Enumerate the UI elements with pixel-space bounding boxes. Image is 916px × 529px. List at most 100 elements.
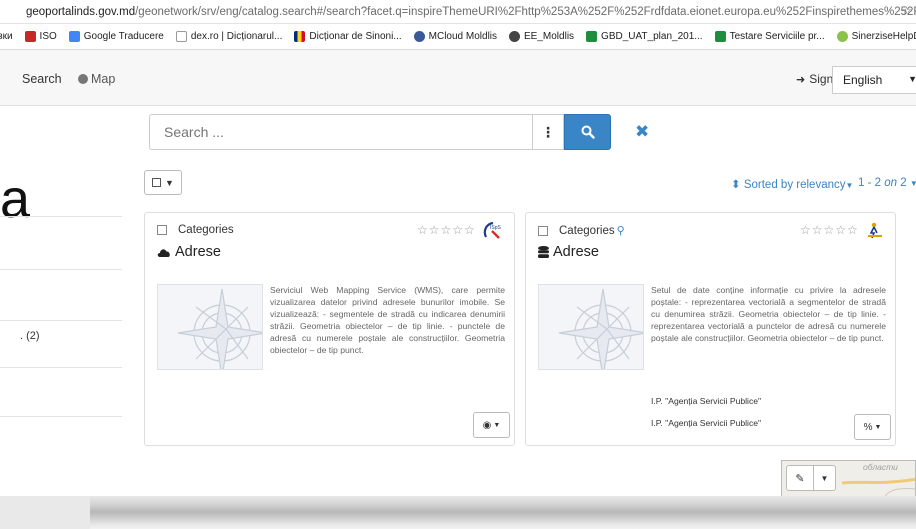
organization-name[interactable]: I.P. "Agenția Servicii Publice" [651, 418, 761, 428]
side-letter: a [0, 169, 31, 229]
nav-map-label: Map [91, 72, 116, 86]
facet-divider [0, 269, 122, 270]
bookmark-label: Testare Serviciile pr... [729, 31, 825, 42]
app-header: Search Map ➜ Sign in English ▼ [0, 50, 916, 106]
map-dropdown-button[interactable]: ▼ [814, 465, 836, 491]
bookmark-item[interactable]: Testare Serviciile pr... [714, 31, 825, 42]
svg-text:ISpS: ISpS [490, 225, 502, 231]
bookmark-item[interactable]: dex.ro | Dicționarul... [175, 31, 283, 42]
pager-range: 1 - 2 [858, 177, 882, 189]
checkbox-icon [152, 178, 162, 187]
pager-dropdown[interactable]: 1 - 2 on 2 ▼ [858, 177, 916, 189]
url-domain: geoportalinds.gov.md [26, 5, 136, 18]
rating-stars[interactable]: ☆☆☆☆☆ [417, 223, 476, 237]
flag-icon [294, 31, 306, 42]
globe-icon [78, 74, 88, 84]
clear-search-icon[interactable]: ✖ [635, 122, 649, 142]
address-bar[interactable]: geoportalinds.gov.md/geonetwork/srv/eng/… [0, 0, 916, 24]
bookmark-label: GBD_UAT_plan_201... [601, 31, 703, 42]
caret-down-icon: ▼ [874, 423, 882, 431]
nav-map[interactable]: Map [78, 72, 115, 86]
bookmark-item[interactable]: EE_Moldlis [509, 31, 574, 42]
sort-icon: ⬍ [731, 179, 741, 191]
bookmark-label: зки [0, 31, 13, 42]
categories-label: Categories [559, 224, 615, 237]
organization-logo-icon: ISpS [483, 221, 502, 239]
map-edit-button[interactable]: ✎ [786, 465, 814, 491]
pager-total: 2 [900, 177, 907, 189]
bookmark-label: EE_Moldlis [524, 31, 575, 42]
view-service-button[interactable]: ◉ ▼ [473, 412, 510, 438]
helpdesk-icon [836, 31, 848, 42]
result-abstract: Setul de date conține informație cu priv… [651, 285, 886, 344]
result-title[interactable]: Adrese [157, 244, 221, 260]
sign-in-icon: ➜ [796, 73, 806, 86]
pencil-icon: ✎ [795, 472, 805, 485]
database-icon [538, 245, 549, 259]
facet-divider [0, 416, 122, 417]
dex-icon [175, 31, 187, 42]
globe-icon: ◉ [482, 419, 492, 431]
cloud-icon [157, 247, 171, 257]
bookmark-label: Dicționar de Sinoni... [309, 31, 402, 42]
bookmark-label: ISO [39, 31, 57, 42]
chevron-down-icon: ▼ [908, 74, 916, 84]
iso-icon [24, 31, 36, 42]
facet-divider [0, 367, 122, 368]
links-button[interactable]: % ▼ [854, 414, 891, 440]
compass-rose-thumbnail[interactable] [538, 284, 644, 370]
url-path: /geonetwork/srv/eng/catalog.search#/sear… [135, 5, 916, 18]
bookmark-label: SinerziseHelpDesk [851, 31, 916, 42]
rating-stars[interactable]: ☆☆☆☆☆ [800, 223, 859, 237]
compass-rose-thumbnail[interactable] [157, 284, 263, 370]
language-select[interactable]: English ▼ [832, 66, 916, 94]
caret-down-icon: ▼ [909, 179, 916, 188]
translate-icon [68, 31, 80, 42]
bookmark-label: Google Traducere [83, 31, 164, 42]
bookmark-item[interactable]: SinerziseHelpDesk [836, 31, 916, 42]
map-marker-icon: ⚲ [616, 225, 625, 237]
categories-toggle[interactable]: Categories [157, 224, 234, 236]
bookmark-item[interactable]: Dicționar de Sinoni... [294, 31, 402, 42]
cloud-icon [413, 31, 425, 42]
result-title-text: Adrese [175, 244, 221, 260]
search-input[interactable] [149, 114, 532, 150]
facet-divider [0, 216, 122, 217]
bookmark-item[interactable]: зки [0, 31, 13, 42]
window-bottom-edge [0, 496, 916, 529]
categories-toggle[interactable]: Categories ⚲ [538, 224, 625, 237]
bookmark-label: dex.ro | Dicționarul... [190, 31, 283, 42]
link-icon: % [863, 421, 873, 433]
sort-label: Sorted by relevancy [743, 179, 846, 191]
categories-label: Categories [178, 224, 234, 236]
globe-icon [509, 31, 521, 42]
result-title[interactable]: Adrese [538, 244, 599, 260]
sheet-icon [586, 31, 598, 42]
select-all-button[interactable]: ▼ [144, 170, 182, 195]
bookmark-item[interactable]: MCloud Moldlis [413, 31, 497, 42]
caret-down-icon: ▼ [493, 421, 501, 429]
search-options-button[interactable]: ⋮ [532, 114, 564, 150]
facet-count[interactable]: . (2) [20, 330, 40, 342]
pager-of: on [884, 177, 898, 189]
search-button[interactable] [564, 114, 611, 150]
select-checkbox[interactable] [538, 225, 548, 236]
result-abstract: Serviciul Web Mapping Service (WMS), car… [270, 285, 505, 356]
organization-name[interactable]: I.P. "Agenția Servicii Publice" [651, 396, 761, 406]
bookmark-item[interactable]: Google Traducere [68, 31, 164, 42]
vertical-ellipsis-icon: ⋮ [541, 123, 555, 140]
bookmarks-bar: зки ISO Google Traducere dex.ro | Dicțio… [0, 24, 916, 50]
organization-logo-icon [868, 222, 882, 239]
caret-down-icon: ▼ [165, 177, 174, 188]
nav-search[interactable]: Search [22, 72, 62, 86]
sort-by-dropdown[interactable]: ⬍ Sorted by relevancy▼ [731, 177, 853, 191]
bookmark-item[interactable]: GBD_UAT_plan_201... [586, 31, 703, 42]
caret-down-icon: ▼ [845, 181, 854, 190]
select-checkbox[interactable] [157, 225, 167, 235]
result-card: Categories ⚲ ☆☆☆☆☆ Adrese Setul de date … [525, 212, 896, 446]
bookmark-star-icon[interactable]: ☆ [901, 4, 912, 18]
sheet-icon [714, 31, 726, 42]
language-value: English [843, 73, 883, 87]
caret-down-icon: ▼ [820, 473, 829, 483]
bookmark-item[interactable]: ISO [24, 31, 57, 42]
